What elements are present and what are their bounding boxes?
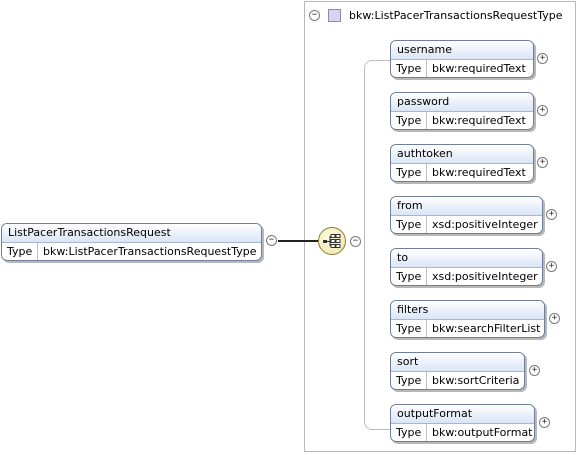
expand-icon[interactable]: +: [546, 261, 557, 272]
element-name: sort: [391, 353, 524, 372]
element-type-row: Type bkw:outputFormat: [391, 424, 534, 441]
expand-icon[interactable]: +: [537, 53, 548, 64]
type-label: Type: [391, 424, 427, 441]
expand-icon[interactable]: +: [546, 209, 557, 220]
expand-icon[interactable]: +: [549, 313, 560, 324]
element-name: authtoken: [391, 145, 533, 164]
element-type-row: Type bkw:requiredText: [391, 112, 533, 129]
complex-type-icon: [328, 8, 341, 22]
type-label: Type: [2, 243, 38, 260]
child-element-box[interactable]: to Type xsd:positiveInteger: [390, 248, 543, 286]
expand-icon[interactable]: +: [529, 365, 540, 376]
element-type-row: Type xsd:positiveInteger: [391, 216, 542, 233]
sequence-bracket: [364, 60, 390, 430]
element-name: from: [391, 197, 542, 216]
connector-line: [278, 240, 319, 242]
element-type-row: Type bkw:requiredText: [391, 60, 533, 77]
type-label: Type: [391, 320, 427, 337]
element-name: ListPacerTransactionsRequest: [2, 224, 261, 243]
sequence-compositor-icon: [323, 234, 341, 248]
child-element-box[interactable]: filters Type bkw:searchFilterList: [390, 300, 545, 338]
element-name: password: [391, 93, 533, 112]
type-label: Type: [391, 60, 427, 77]
child-element-box[interactable]: authtoken Type bkw:requiredText: [390, 144, 534, 182]
type-value: bkw:searchFilterList: [432, 322, 541, 335]
element-type-row: Type bkw:requiredText: [391, 164, 533, 181]
root-element-box[interactable]: ListPacerTransactionsRequest Type bkw:Li…: [1, 223, 262, 261]
type-value: xsd:positiveInteger: [432, 218, 538, 231]
type-label: Type: [391, 216, 427, 233]
element-name: username: [391, 41, 533, 60]
element-name: filters: [391, 301, 544, 320]
sequence-collapse-icon[interactable]: −: [350, 236, 361, 247]
element-name: outputFormat: [391, 405, 534, 424]
expand-icon[interactable]: +: [539, 417, 550, 428]
child-element-box[interactable]: from Type xsd:positiveInteger: [390, 196, 543, 234]
sequence-compositor[interactable]: [318, 227, 346, 255]
type-value: bkw:ListPacerTransactionsRequestType: [43, 245, 257, 258]
type-label: Type: [391, 372, 427, 389]
type-value: bkw:requiredText: [432, 114, 526, 127]
type-label: Type: [391, 112, 427, 129]
element-type-row: Type xsd:positiveInteger: [391, 268, 542, 285]
type-value: bkw:outputFormat: [432, 426, 533, 439]
collapse-icon[interactable]: −: [309, 9, 320, 21]
type-value: bkw:sortCriteria: [432, 374, 520, 387]
expand-icon[interactable]: +: [537, 157, 548, 168]
expand-icon[interactable]: +: [537, 105, 548, 116]
complex-type-header: − bkw:ListPacerTransactionsRequestType: [309, 6, 563, 24]
type-value: bkw:requiredText: [432, 62, 526, 75]
type-value: xsd:positiveInteger: [432, 270, 538, 283]
child-element-box[interactable]: password Type bkw:requiredText: [390, 92, 534, 130]
type-label: Type: [391, 268, 427, 285]
type-label: Type: [391, 164, 427, 181]
element-type-row: Type bkw:sortCriteria: [391, 372, 524, 389]
element-type-row: Type bkw:ListPacerTransactionsRequestTyp…: [2, 243, 261, 260]
root-collapse-icon[interactable]: −: [266, 235, 277, 246]
child-element-box[interactable]: username Type bkw:requiredText: [390, 40, 534, 78]
child-element-box[interactable]: outputFormat Type bkw:outputFormat: [390, 404, 535, 442]
type-value: bkw:requiredText: [432, 166, 526, 179]
complex-type-title: bkw:ListPacerTransactionsRequestType: [349, 8, 563, 22]
element-type-row: Type bkw:searchFilterList: [391, 320, 544, 337]
element-name: to: [391, 249, 542, 268]
child-element-box[interactable]: sort Type bkw:sortCriteria: [390, 352, 525, 390]
